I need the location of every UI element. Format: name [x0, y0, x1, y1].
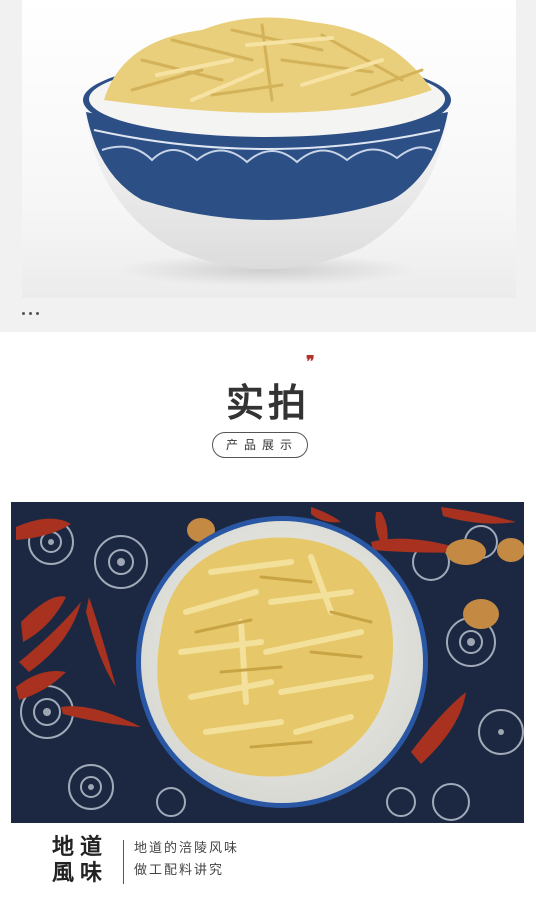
caption-divider	[123, 840, 124, 884]
caption-title-line2: 風味	[52, 860, 109, 886]
bowl-illustration	[83, 17, 451, 286]
quote-mark-icon: ❞	[306, 352, 314, 371]
caption-title-line1: 地道	[52, 834, 109, 860]
caption-title: 地道 風味	[52, 834, 112, 886]
product-photo-table	[11, 502, 524, 823]
bowl-on-cloth-illustration	[11, 502, 524, 823]
carousel-dot[interactable]	[29, 312, 32, 315]
caption-line1: 地道的涪陵风味	[134, 841, 240, 856]
carousel-dots[interactable]	[22, 312, 39, 315]
section-subtitle-pill: 产品展示	[212, 432, 308, 458]
product-photo-bowl	[22, 0, 516, 298]
carousel-dot[interactable]	[22, 312, 25, 315]
caption-description: 地道的涪陵风味 做工配料讲究	[134, 838, 239, 882]
section-title: 实拍	[225, 380, 310, 425]
caption-line2: 做工配料讲究	[134, 863, 225, 878]
carousel-dot[interactable]	[36, 312, 39, 315]
top-photo-panel	[0, 0, 536, 332]
